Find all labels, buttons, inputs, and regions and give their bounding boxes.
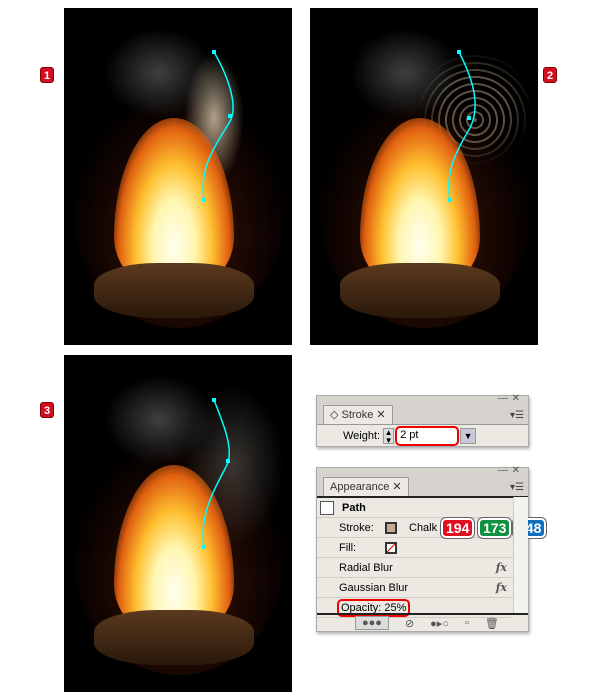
step-badge-2: 2: [543, 67, 557, 83]
appearance-panel: —✕ Appearance ✕ ▾☰ Path Stroke: Chalk 194…: [316, 465, 547, 632]
campfire-step1-image: [64, 8, 292, 345]
path-line: [202, 398, 231, 549]
fill-row[interactable]: Fill:: [317, 538, 513, 558]
stroke-swatch[interactable]: [385, 521, 397, 534]
step-badge-1: 1: [40, 67, 54, 83]
scrollbar[interactable]: [513, 497, 528, 613]
effect-radial-blur[interactable]: Radial Blur fx: [317, 558, 513, 578]
fx-icon[interactable]: fx: [496, 581, 507, 594]
fill-none-swatch[interactable]: [385, 541, 397, 554]
campfire-step2-image: [310, 8, 538, 345]
weight-input[interactable]: 2 pt: [395, 425, 460, 446]
minimize-close-icons[interactable]: —✕: [498, 465, 524, 476]
step-badge-3: 3: [40, 402, 54, 418]
duplicate-item-icon[interactable]: ▫: [465, 617, 469, 629]
weight-dropdown[interactable]: ▼: [460, 427, 477, 444]
rgb-r: 194: [441, 518, 475, 538]
fx-icon[interactable]: fx: [496, 561, 507, 574]
clear-appearance-icon[interactable]: ⊘: [405, 617, 414, 630]
path-line: [202, 50, 234, 202]
minimize-close-icons[interactable]: —✕: [498, 393, 524, 404]
stroke-panel: —✕ ◇ Stroke ✕ ▾☰ Weight: ▲ ▼ 2 pt ▼: [316, 393, 529, 447]
path-line: [448, 50, 476, 202]
panel-menu-icon[interactable]: ▾☰: [510, 410, 524, 421]
effect-gaussian-blur[interactable]: Gaussian Blur fx: [317, 578, 513, 598]
reduce-basic-appearance-icon[interactable]: ●▸○: [430, 617, 449, 630]
tab-stroke[interactable]: ◇ Stroke ✕: [323, 405, 393, 424]
delete-icon[interactable]: 🗑: [485, 617, 499, 630]
rgb-g: 173: [478, 518, 512, 538]
path-row[interactable]: Path: [317, 498, 513, 518]
stroke-row[interactable]: Stroke: Chalk 194 173 148: [317, 518, 547, 538]
add-new-effect-icon[interactable]: ●●●: [355, 616, 389, 630]
tab-appearance[interactable]: Appearance ✕: [323, 477, 409, 496]
weight-stepper[interactable]: ▲ ▼: [383, 427, 395, 444]
campfire-step3-image: [64, 355, 292, 692]
panel-menu-icon[interactable]: ▾☰: [510, 482, 524, 493]
weight-label: Weight:: [343, 429, 381, 442]
